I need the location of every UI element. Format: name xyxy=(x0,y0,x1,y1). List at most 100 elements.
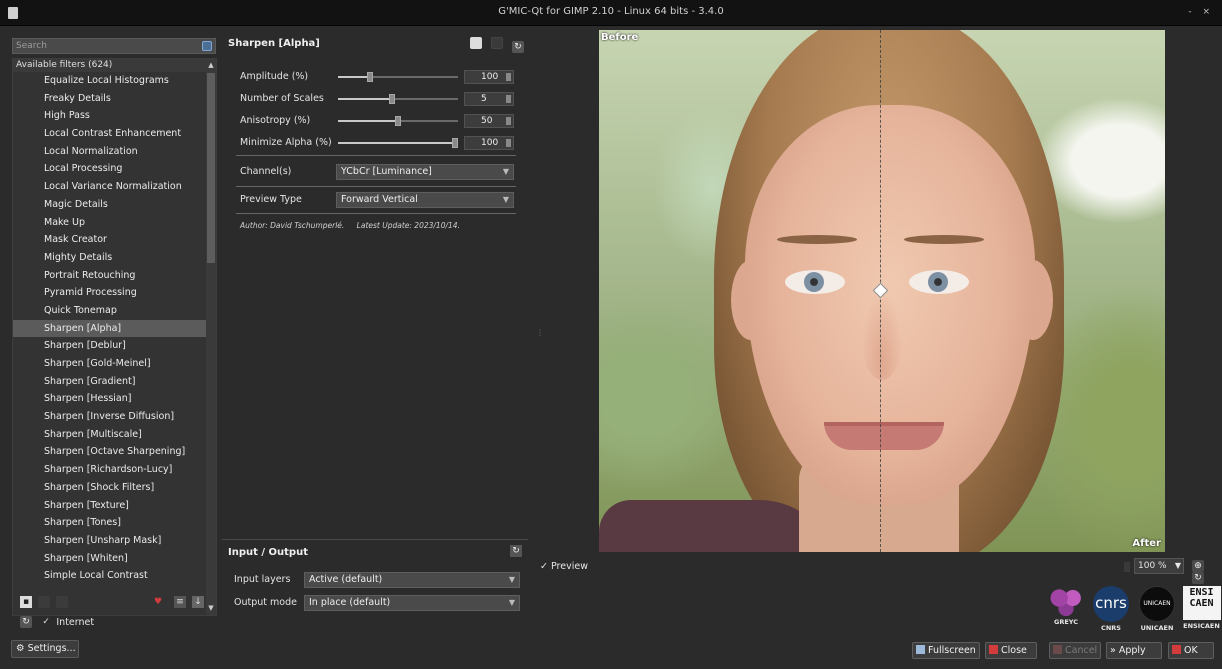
portrait-brow xyxy=(777,235,857,244)
zoom-in-icon[interactable]: ⊕ xyxy=(1192,560,1204,572)
filter-list-item[interactable]: Make Up xyxy=(13,214,216,232)
search-input[interactable] xyxy=(13,39,199,53)
preview-type-select[interactable]: Forward Vertical ▼ xyxy=(336,192,514,208)
preview-toggle[interactable]: ✓ Preview xyxy=(540,561,588,572)
ok-button[interactable]: OK xyxy=(1168,642,1214,659)
filter-list-header[interactable]: Available filters (624) xyxy=(13,59,216,72)
cancel-button[interactable]: Cancel xyxy=(1049,642,1101,659)
filter-list-item[interactable]: Sharpen [Gold-Meinel] xyxy=(13,355,216,373)
copy-command-icon[interactable] xyxy=(469,37,482,49)
output-mode-select[interactable]: In place (default) ▼ xyxy=(304,595,520,611)
parameter-spinbox[interactable]: 100 xyxy=(464,136,514,150)
preview-type-row: Preview Type Forward Vertical ▼ xyxy=(240,192,516,208)
filter-list-item[interactable]: Pyramid Processing xyxy=(13,284,216,302)
filter-list-item[interactable]: Sharpen [Multiscale] xyxy=(13,426,216,444)
slider-handle[interactable] xyxy=(367,72,373,82)
filter-title-icons: ↻ xyxy=(464,37,524,53)
filter-list-item[interactable]: Sharpen [Octave Sharpening] xyxy=(13,443,216,461)
spin-arrows-icon[interactable] xyxy=(506,73,511,81)
channels-select[interactable]: YCbCr [Luminance] ▼ xyxy=(336,164,514,180)
scroll-down-icon[interactable]: ▼ xyxy=(207,604,215,613)
zoom-select[interactable]: 100 % ▼ xyxy=(1134,558,1184,574)
author-text: Author: David Tschumperlé. xyxy=(240,221,345,230)
filter-list-item[interactable]: Local Normalization xyxy=(13,143,216,161)
close-button[interactable]: Close xyxy=(985,642,1037,659)
filter-list-item[interactable]: Sharpen [Deblur] xyxy=(13,337,216,355)
filter-list-item[interactable]: Simple Local Contrast xyxy=(13,567,216,585)
internet-checkbox[interactable]: ✓ xyxy=(41,617,51,627)
filter-list-item[interactable]: Equalize Local Histograms xyxy=(13,72,216,90)
filter-list-item[interactable]: Mighty Details xyxy=(13,249,216,267)
visibility-icon[interactable] xyxy=(56,596,68,608)
parameter-spinbox[interactable]: 100 xyxy=(464,70,514,84)
cancel-icon xyxy=(1053,645,1062,654)
spin-arrows-icon[interactable] xyxy=(506,117,511,125)
filter-list-item[interactable]: Magic Details xyxy=(13,196,216,214)
filter-list-item[interactable]: Local Contrast Enhancement xyxy=(13,125,216,143)
channels-value: YCbCr [Luminance] xyxy=(341,166,432,177)
filter-list-item[interactable]: Local Processing xyxy=(13,160,216,178)
filter-list-item[interactable]: Sharpen [Tones] xyxy=(13,514,216,532)
chevron-down-icon: ▼ xyxy=(1174,561,1181,570)
refresh-icon[interactable]: ↻ xyxy=(20,616,32,628)
separator xyxy=(236,213,516,214)
favorite-icon[interactable] xyxy=(490,37,503,49)
filter-list-item[interactable]: Sharpen [Inverse Diffusion] xyxy=(13,408,216,426)
filter-list-item[interactable]: Local Variance Normalization xyxy=(13,178,216,196)
parameter-slider[interactable] xyxy=(338,138,458,148)
parameter-spinbox[interactable]: 5 xyxy=(464,92,514,106)
zoom-reset-icon[interactable]: ↻ xyxy=(1192,572,1204,584)
fullscreen-label: Fullscreen xyxy=(928,645,976,656)
filter-list-item[interactable]: Sharpen [Unsharp Mask] xyxy=(13,532,216,550)
scrollbar-thumb[interactable] xyxy=(207,73,215,263)
reset-params-icon[interactable]: ↻ xyxy=(512,41,524,53)
fullscreen-button[interactable]: Fullscreen xyxy=(912,642,980,659)
portrait-mouth xyxy=(824,422,944,450)
apply-button[interactable]: » Apply xyxy=(1106,642,1162,659)
filter-list-item[interactable]: Sharpen [Whiten] xyxy=(13,550,216,568)
filter-list-item[interactable]: Sharpen [Hessian] xyxy=(13,390,216,408)
slider-handle[interactable] xyxy=(389,94,395,104)
expand-icon[interactable]: ▪ xyxy=(20,596,32,608)
filter-list-item[interactable]: Sharpen [Alpha] xyxy=(13,319,216,338)
reset-io-icon[interactable]: ↻ xyxy=(510,545,522,557)
input-layers-select[interactable]: Active (default) ▼ xyxy=(304,572,520,588)
slider-handle[interactable] xyxy=(395,116,401,126)
filter-list-item[interactable]: Sharpen [Shock Filters] xyxy=(13,479,216,497)
filter-list-item[interactable]: Mask Creator xyxy=(13,231,216,249)
input-output-header[interactable]: Input / Output ↻ xyxy=(222,539,528,561)
parameter-value: 100 xyxy=(481,138,499,148)
parameter-spinbox[interactable]: 50 xyxy=(464,114,514,128)
search-icon[interactable] xyxy=(202,41,212,51)
filter-list-item[interactable]: Sharpen [Gradient] xyxy=(13,373,216,391)
filter-list-item[interactable]: Sharpen [Richardson-Lucy] xyxy=(13,461,216,479)
slider-handle[interactable] xyxy=(452,138,458,148)
collapse-icon[interactable] xyxy=(38,596,50,608)
parameter-slider[interactable] xyxy=(338,116,458,126)
separator xyxy=(236,186,516,187)
spin-arrows-icon[interactable] xyxy=(506,95,511,103)
filter-list-item[interactable]: High Pass xyxy=(13,107,216,125)
filter-list-item[interactable]: Sharpen [Texture] xyxy=(13,497,216,515)
filter-list-item[interactable]: Portrait Retouching xyxy=(13,267,216,285)
filter-list-item[interactable]: Freaky Details xyxy=(13,90,216,108)
zoom-buttons: ⊕ ↻ xyxy=(1192,560,1222,584)
parameter-slider[interactable] xyxy=(338,72,458,82)
scroll-up-icon[interactable]: ▲ xyxy=(207,61,215,70)
filter-list-item[interactable]: Quick Tonemap xyxy=(13,302,216,320)
spin-arrows-icon[interactable] xyxy=(506,139,511,147)
preview-checkbox[interactable]: ✓ xyxy=(540,561,548,572)
window-controls[interactable]: - × xyxy=(1188,7,1214,17)
panel-splitter[interactable]: ⋮ xyxy=(536,26,544,669)
list-icon[interactable]: ≡ xyxy=(174,596,186,608)
filter-list[interactable]: Available filters (624) Equalize Local H… xyxy=(12,58,217,616)
preview-image[interactable]: Before After xyxy=(599,30,1165,552)
download-icon[interactable]: ↓ xyxy=(192,596,204,608)
filter-list-scrollbar[interactable]: ▲ ▼ xyxy=(206,59,216,615)
splitter-handle-icon[interactable]: ⋮ xyxy=(536,328,544,337)
settings-button[interactable]: ⚙ Settings... xyxy=(11,640,79,658)
search-box[interactable] xyxy=(12,38,216,54)
title-bar: G'MIC-Qt for GIMP 2.10 - Linux 64 bits -… xyxy=(0,0,1222,26)
parameter-slider[interactable] xyxy=(338,94,458,104)
remove-fave-icon[interactable]: ♥ xyxy=(152,596,164,608)
